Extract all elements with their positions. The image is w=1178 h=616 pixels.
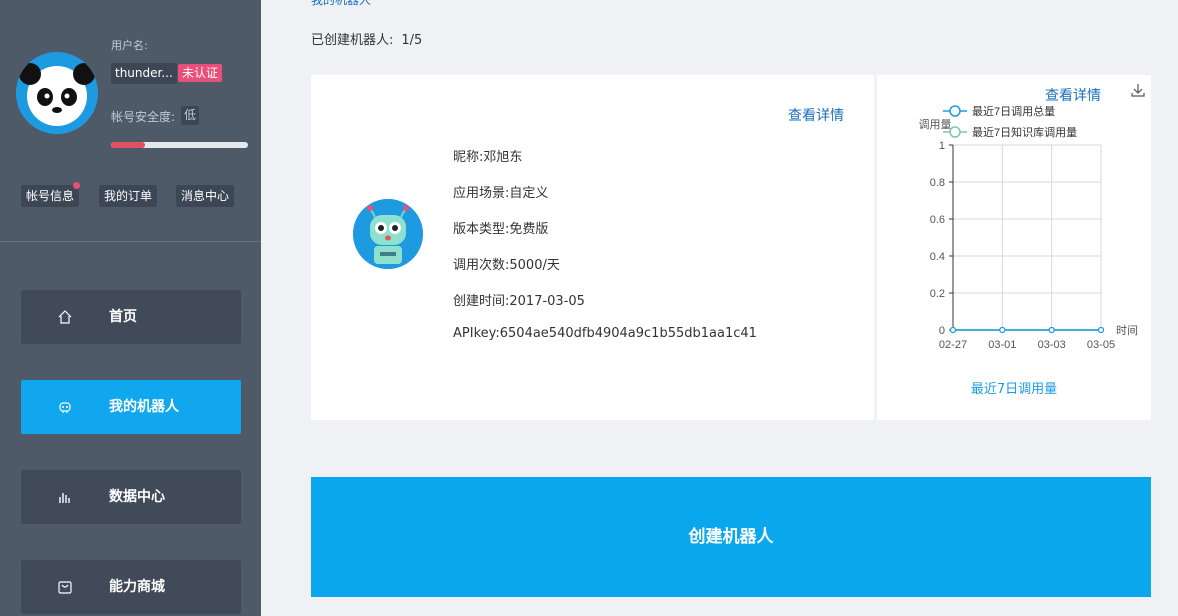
chart-tick-label-y: 0.6 — [930, 214, 945, 226]
chart-y-axis-label: 调用量 — [919, 118, 952, 131]
home-icon — [57, 309, 73, 325]
chart-card: 0 0.2 0.4 0.6 0.8 1 02-27 03-01 03-03 03-05 调用量 时间最… — [877, 75, 1151, 420]
chart-tick-label-x: 03-03 — [1038, 339, 1066, 351]
nav-label-capability-store: 能力商城 — [109, 579, 165, 595]
nav-item-my-robots[interactable]: 我的机器人 — [21, 380, 241, 434]
chart-caption: 最近7日调用量 — [970, 382, 1058, 397]
bar-chart-icon — [57, 489, 73, 505]
robot-count-label: 已创建机器人: — [311, 33, 394, 48]
nav-item-data-center[interactable]: 数据中心 — [21, 470, 241, 524]
robot-avatar — [353, 199, 423, 269]
chart-tick-label-x: 02-27 — [939, 339, 967, 351]
chart-tick-label-x: 03-01 — [988, 339, 1016, 351]
nav-label-my-robots: 我的机器人 — [109, 399, 179, 415]
chart-tick-label-x: 03-05 — [1087, 339, 1115, 351]
chart-point — [1097, 326, 1105, 334]
robot-count-value: 1/5 — [401, 33, 423, 48]
message-center-link[interactable]: 消息中心 — [176, 185, 235, 207]
chart-tick-label-y: 0.4 — [930, 251, 945, 263]
robot-created-time: 创建时间:2017-03-05 — [453, 294, 585, 309]
chart-legend-label: 最近7日调用总量 — [972, 104, 1055, 118]
robot-count: 已创建机器人: 1/5 — [311, 29, 422, 48]
robot-api-key: APIkey:6504ae540dfb4904a9c1b55db1aa1c41 — [453, 326, 757, 341]
chart-point — [1048, 326, 1055, 334]
robot-icon — [57, 399, 73, 415]
section-title: 我的机器人 — [311, 0, 372, 7]
nav-label-home: 首页 — [109, 309, 137, 325]
security-progress-bar — [111, 142, 248, 148]
chart-legend-label: 最近7日知识库调用量 — [972, 125, 1077, 139]
sidebar-divider — [0, 241, 261, 242]
nav-label-data-center: 数据中心 — [109, 489, 165, 505]
security-label: 帐号安全度: — [111, 110, 176, 124]
robot-scenario: 应用场景:自定义 — [453, 186, 549, 201]
chart-point — [949, 326, 957, 334]
username: thunder... — [111, 63, 177, 84]
sidebar: 用户名: thunder... 未认证 帐号安全度: 低 帐号信息 我的订单 消… — [0, 0, 261, 616]
user-avatar[interactable] — [16, 52, 98, 134]
robot-version: 版本类型:免费版 — [453, 222, 549, 237]
nav-item-home[interactable]: 首页 — [21, 290, 241, 344]
security-progress-fill — [111, 142, 146, 148]
username-label: 用户名: — [111, 39, 148, 52]
chart-tick-label-y: 1 — [939, 140, 945, 152]
chart-tick-label-y: 0.2 — [930, 288, 945, 300]
security-level-badge: 低 — [181, 106, 200, 125]
usage-chart: 0 0.2 0.4 0.6 0.8 1 02-27 03-01 03-03 03-05 调用量时间 最… — [919, 104, 1139, 351]
account-info-link[interactable]: 帐号信息 — [21, 185, 80, 207]
robot-call-quota: 调用次数:5000/天 — [453, 258, 560, 273]
shop-icon — [57, 579, 73, 595]
chart-legend-marker — [949, 126, 961, 138]
chart-detail-link[interactable]: 查看详情 — [1045, 85, 1101, 105]
robot-nickname: 昵称:邓旭东 — [453, 150, 523, 165]
my-orders-link[interactable]: 我的订单 — [99, 185, 158, 207]
robot-card: 查看详情 昵称:邓旭东 应用场景:自定义 版本类型:免费版 调用次数:5000/… — [311, 75, 874, 420]
chart-legend-marker — [949, 105, 961, 117]
robot-detail-link[interactable]: 查看详情 — [788, 105, 844, 125]
chart-tick-label-y: 0.8 — [930, 177, 945, 189]
download-icon[interactable] — [1130, 82, 1146, 98]
unverified-badge[interactable]: 未认证 — [178, 64, 223, 82]
notification-dot — [73, 182, 80, 189]
create-robot-button[interactable]: 创建机器人 — [311, 477, 1151, 597]
nav-item-capability-store[interactable]: 能力商城 — [21, 560, 241, 614]
chart-x-axis-label: 时间 — [1116, 324, 1138, 337]
chart-tick-label-y: 0 — [939, 325, 945, 337]
chart-point — [999, 326, 1006, 334]
